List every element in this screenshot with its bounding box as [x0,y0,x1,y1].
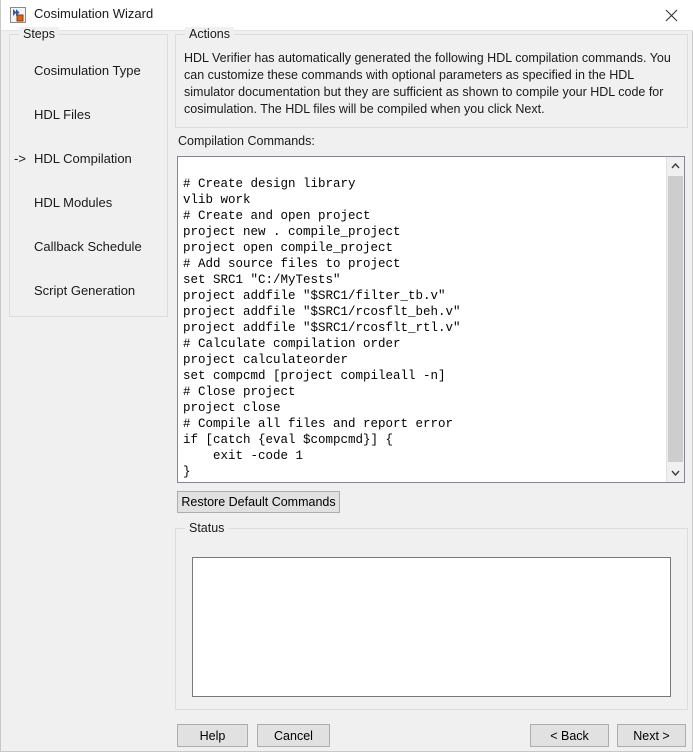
compilation-commands-textarea[interactable]: # Create design library vlib work # Crea… [177,156,685,483]
sidebar-item-hdl-modules[interactable]: HDL Modules [10,195,167,215]
sidebar-item-label: HDL Modules [34,195,113,210]
sidebar-item-hdl-compilation[interactable]: -> HDL Compilation [10,151,167,171]
compilation-commands-label: Compilation Commands: [178,134,315,148]
status-group-label: Status [185,521,229,535]
sidebar-item-label: Script Generation [34,283,136,298]
cosimulation-wizard-icon [10,7,26,23]
window-title: Cosimulation Wizard [34,6,154,21]
status-text-field[interactable] [192,557,671,697]
chevron-down-icon [671,470,680,476]
steps-panel: Steps Cosimulation Type HDL Files -> HDL… [9,27,168,317]
status-panel: Status [175,521,688,710]
title-bar: Cosimulation Wizard [1,0,693,31]
close-button[interactable] [649,0,693,30]
scroll-up-button[interactable] [667,157,684,175]
help-button[interactable]: Help [177,724,248,747]
actions-group-label: Actions [185,27,234,41]
chevron-up-icon [671,163,680,169]
sidebar-item-label: Callback Schedule [34,239,142,254]
close-icon [665,9,678,21]
sidebar-item-label: HDL Compilation [34,151,132,166]
sidebar-item-hdl-files[interactable]: HDL Files [10,107,167,127]
compilation-commands-text: # Create design library vlib work # Crea… [183,176,461,479]
actions-description: HDL Verifier has automatically generated… [184,51,671,116]
compilation-commands-scrollbar[interactable] [666,157,684,482]
scrollbar-thumb[interactable] [668,176,683,462]
steps-group-label: Steps [19,27,59,41]
sidebar-item-script-generation[interactable]: Script Generation [10,283,167,303]
sidebar-item-label: HDL Files [34,107,91,122]
sidebar-item-cosimulation-type[interactable]: Cosimulation Type [10,63,167,83]
cancel-button[interactable]: Cancel [257,724,330,747]
cosimulation-wizard-window: Cosimulation Wizard Steps Cosimulation T… [0,0,693,752]
actions-panel: Actions HDL Verifier has automatically g… [175,27,688,128]
back-button[interactable]: < Back [530,724,609,747]
current-step-arrow-icon: -> [14,151,26,166]
sidebar-item-callback-schedule[interactable]: Callback Schedule [10,239,167,259]
next-button[interactable]: Next > [617,724,686,747]
sidebar-item-label: Cosimulation Type [34,63,141,78]
restore-default-commands-button[interactable]: Restore Default Commands [177,491,340,513]
scroll-down-button[interactable] [667,464,684,482]
